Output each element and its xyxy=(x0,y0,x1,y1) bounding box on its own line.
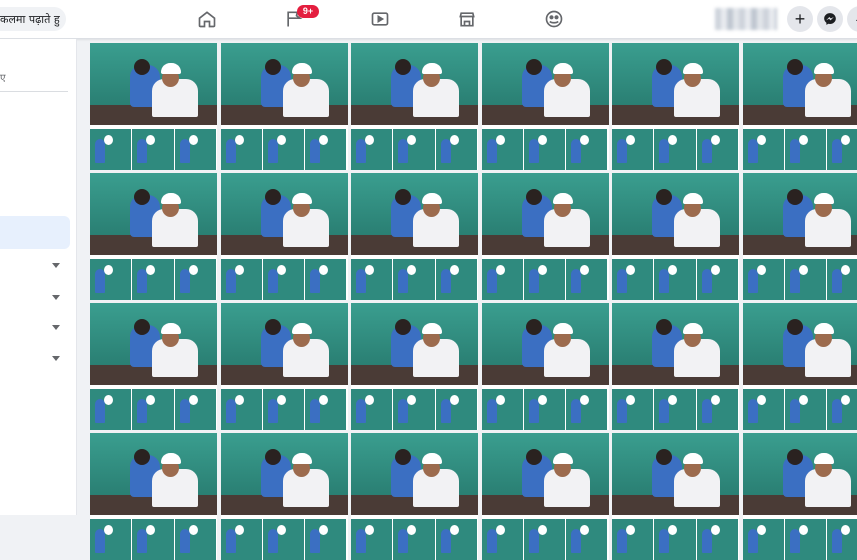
photo-result-tile[interactable] xyxy=(482,433,609,560)
photo-thumbnail-strip xyxy=(482,259,609,300)
photo-thumbnail-strip xyxy=(612,519,739,560)
photo-result-tile[interactable] xyxy=(482,303,609,430)
photo-thumbnail-strip xyxy=(351,129,478,170)
top-navigation-bar: कलमा पढ़ाते हु 9+ + xyxy=(0,0,857,39)
search-input[interactable]: कलमा पढ़ाते हु xyxy=(0,7,66,31)
photo-thumbnail-main xyxy=(221,303,348,385)
chevron-down-icon[interactable] xyxy=(52,295,60,300)
photo-result-tile[interactable] xyxy=(351,173,478,300)
photo-thumbnail-main xyxy=(351,173,478,255)
photo-thumbnail-main xyxy=(743,43,857,125)
messenger-icon xyxy=(823,12,837,26)
photo-result-tile[interactable] xyxy=(743,433,857,560)
photo-thumbnail-main xyxy=(221,433,348,515)
photo-result-tile[interactable] xyxy=(612,303,739,430)
photo-result-tile[interactable] xyxy=(351,303,478,430)
notifications-button[interactable] xyxy=(847,6,857,32)
photo-thumbnail-strip xyxy=(612,129,739,170)
photo-thumbnail-strip xyxy=(221,389,348,430)
chevron-down-icon[interactable] xyxy=(52,325,60,330)
photo-result-tile[interactable] xyxy=(221,173,348,300)
photo-thumbnail-main xyxy=(221,43,348,125)
photo-result-tile[interactable] xyxy=(351,433,478,560)
photo-thumbnail-strip xyxy=(351,519,478,560)
photo-thumbnail-strip xyxy=(90,259,217,300)
profile-avatar[interactable] xyxy=(715,8,777,30)
photo-thumbnail-strip xyxy=(612,389,739,430)
left-sidebar: ए xyxy=(0,39,77,515)
photo-thumbnail-strip xyxy=(221,259,348,300)
photo-thumbnail-strip xyxy=(482,389,609,430)
sidebar-label: ए xyxy=(0,70,6,84)
photo-thumbnail-main xyxy=(743,173,857,255)
photo-thumbnail-strip xyxy=(351,389,478,430)
photo-thumbnail-main xyxy=(351,433,478,515)
photo-thumbnail-strip xyxy=(482,519,609,560)
photo-result-tile[interactable] xyxy=(90,433,217,560)
photo-thumbnail-strip xyxy=(90,129,217,170)
messenger-button[interactable] xyxy=(817,6,843,32)
photo-thumbnail-strip xyxy=(90,519,217,560)
photo-thumbnail-main xyxy=(612,433,739,515)
photo-thumbnail-main xyxy=(90,173,217,255)
photo-thumbnail-main xyxy=(612,173,739,255)
chevron-down-icon[interactable] xyxy=(52,356,60,361)
marketplace-icon[interactable] xyxy=(456,8,478,30)
photo-result-tile[interactable] xyxy=(612,43,739,170)
photo-thumbnail-main xyxy=(612,43,739,125)
photo-result-tile[interactable] xyxy=(743,43,857,170)
photo-thumbnail-strip xyxy=(612,259,739,300)
photo-result-tile[interactable] xyxy=(90,303,217,430)
photo-thumbnail-strip xyxy=(743,259,857,300)
sidebar-item-active[interactable] xyxy=(0,216,70,249)
photo-thumbnail-strip xyxy=(221,519,348,560)
photo-thumbnail-main xyxy=(351,43,478,125)
groups-icon[interactable] xyxy=(543,8,565,30)
photo-thumbnail-main xyxy=(221,173,348,255)
photo-thumbnail-main xyxy=(90,433,217,515)
photo-thumbnail-main xyxy=(90,303,217,385)
create-button[interactable]: + xyxy=(787,6,813,32)
photo-result-tile[interactable] xyxy=(743,303,857,430)
home-icon[interactable] xyxy=(196,8,218,30)
photo-thumbnail-strip xyxy=(743,389,857,430)
photo-result-tile[interactable] xyxy=(482,43,609,170)
photo-thumbnail-main xyxy=(482,433,609,515)
photo-result-tile[interactable] xyxy=(612,173,739,300)
photo-thumbnail-main xyxy=(90,43,217,125)
photo-thumbnail-strip xyxy=(351,259,478,300)
photo-thumbnail-strip xyxy=(743,129,857,170)
notification-badge: 9+ xyxy=(297,5,319,18)
search-query-text: कलमा पढ़ाते हु xyxy=(0,12,60,27)
photo-result-tile[interactable] xyxy=(90,173,217,300)
plus-icon: + xyxy=(795,10,806,28)
photo-thumbnail-main xyxy=(612,303,739,385)
photo-result-tile[interactable] xyxy=(90,43,217,170)
video-icon[interactable] xyxy=(369,8,391,30)
photo-result-tile[interactable] xyxy=(482,173,609,300)
photo-result-tile[interactable] xyxy=(221,43,348,170)
photo-result-tile[interactable] xyxy=(612,433,739,560)
photo-thumbnail-main xyxy=(351,303,478,385)
photo-thumbnail-main xyxy=(743,433,857,515)
photo-result-tile[interactable] xyxy=(221,433,348,560)
photo-thumbnail-main xyxy=(482,173,609,255)
sidebar-divider xyxy=(0,91,68,92)
chevron-down-icon[interactable] xyxy=(52,263,60,268)
photo-thumbnail-strip xyxy=(90,389,217,430)
photo-thumbnail-strip xyxy=(482,129,609,170)
photo-result-tile[interactable] xyxy=(743,173,857,300)
photo-thumbnail-strip xyxy=(221,129,348,170)
photo-thumbnail-main xyxy=(743,303,857,385)
photo-thumbnail-main xyxy=(482,303,609,385)
photo-result-tile[interactable] xyxy=(221,303,348,430)
photo-thumbnail-main xyxy=(482,43,609,125)
photo-thumbnail-strip xyxy=(743,519,857,560)
photo-result-tile[interactable] xyxy=(351,43,478,170)
